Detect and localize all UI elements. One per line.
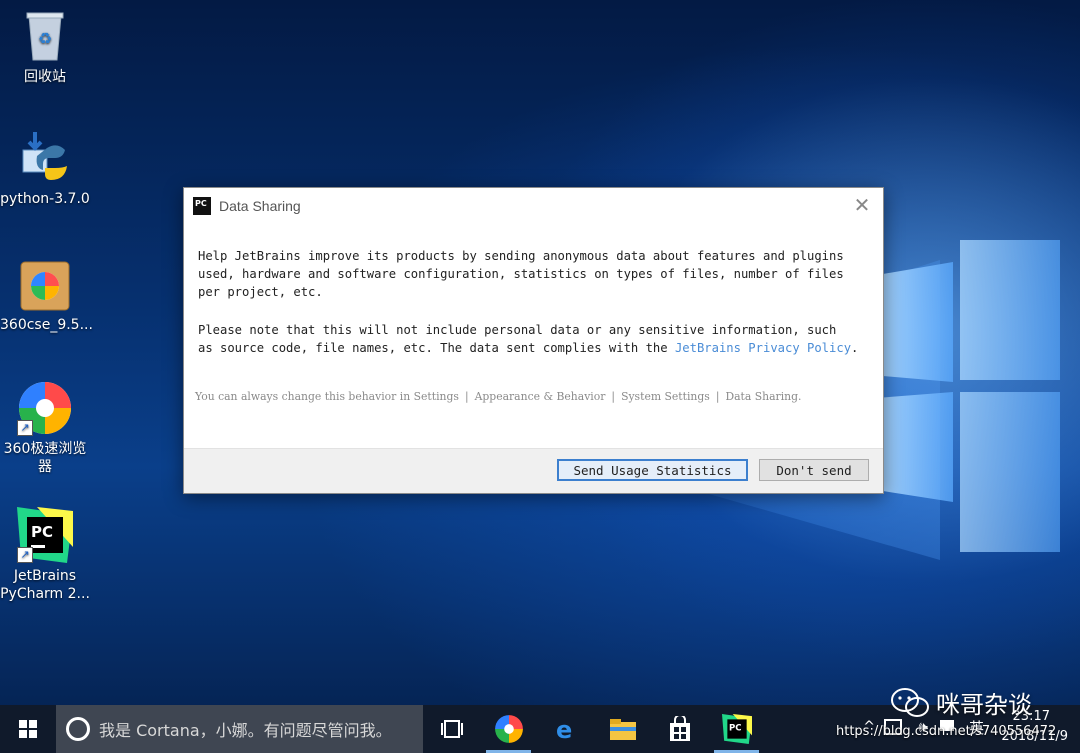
file-explorer-icon (609, 719, 636, 740)
note-part: You can always change this behavior in S… (195, 390, 459, 403)
shortcut-arrow-icon: ↗ (17, 547, 33, 563)
taskbar-file-explorer[interactable] (594, 705, 651, 753)
dialog-title: Data Sharing (219, 198, 301, 214)
pycharm-icon: PC (721, 714, 752, 744)
privacy-policy-link[interactable]: JetBrains Privacy Policy (675, 341, 851, 355)
desktop-icon-360cse[interactable]: 360cse_9.5... (0, 256, 93, 334)
wallpaper-pane-bottom-left (883, 392, 953, 502)
search-placeholder: 我是 Cortana，小娜。有问题尽管问我。 (99, 721, 392, 740)
paragraph-2-end: . (851, 341, 859, 355)
dont-send-button[interactable]: Don't send (759, 459, 869, 481)
wallpaper-pane-top-left (883, 262, 953, 382)
svg-text:PC: PC (728, 724, 741, 734)
desktop-icon-pycharm[interactable]: PC ↗ JetBrains PyCharm 2... (0, 507, 90, 603)
watermark-url: https://blog.csdn.net/s740556472 (836, 724, 1057, 739)
desktop-icon-label: python-3.7.0 (0, 191, 90, 207)
note-part: System Settings (621, 390, 710, 403)
taskbar-store[interactable] (651, 705, 708, 753)
task-view-button[interactable] (423, 705, 480, 753)
separator: | (464, 390, 469, 403)
taskbar-pycharm[interactable]: PC (708, 705, 765, 753)
svg-text:PC: PC (31, 523, 53, 541)
windows-logo-icon (19, 720, 37, 738)
dialog-footer: Send Usage Statistics Don't send (184, 448, 883, 493)
cortana-search-box[interactable]: 我是 Cortana，小娜。有问题尽管问我。 (56, 705, 423, 753)
note-part: Data Sharing. (725, 390, 802, 403)
dialog-paragraph-2: Please note that this will not include p… (198, 321, 868, 357)
desktop-icon-python[interactable]: ↗ python-3.7.0 (0, 130, 90, 208)
svg-text:e: e (556, 716, 572, 742)
dialog-paragraph-1: Help JetBrains improve its products by s… (198, 249, 844, 299)
installer-box-icon (17, 256, 73, 312)
watermark-brand: 咪哥杂谈 (890, 685, 1032, 720)
pycharm-icon: PC (191, 195, 213, 217)
wallpaper-pane-top-right (960, 240, 1060, 380)
python-installer-icon: ↗ (17, 130, 73, 186)
edge-icon: e (556, 716, 572, 742)
pycharm-icon: PC ↗ (17, 507, 73, 563)
desktop-icon-360-browser[interactable]: ↗ 360极速浏览器 (0, 380, 90, 476)
desktop-icon-recycle-bin[interactable]: ♻ 回收站 (0, 8, 90, 86)
desktop-icon-label: 360cse_9.5... (0, 317, 93, 333)
watermark-brand-text: 咪哥杂谈 (936, 691, 1032, 719)
separator: | (611, 390, 616, 403)
desktop-icon-label: JetBrains PyCharm 2... (0, 568, 90, 602)
task-view-icon (440, 720, 463, 738)
desktop-icon-label: 回收站 (24, 69, 66, 85)
desktop-icon-label: 360极速浏览器 (3, 441, 87, 475)
store-icon (669, 716, 690, 741)
separator: | (715, 390, 720, 403)
wechat-icon (891, 687, 929, 717)
start-button[interactable] (0, 705, 56, 753)
360-browser-icon (494, 715, 523, 743)
dialog-titlebar[interactable]: PC Data Sharing ✕ (184, 188, 883, 224)
cortana-icon (66, 717, 90, 741)
wallpaper-pane-bottom-right (960, 392, 1060, 552)
send-usage-statistics-button[interactable]: Send Usage Statistics (557, 459, 748, 481)
360-browser-icon: ↗ (17, 380, 73, 436)
data-sharing-dialog: PC Data Sharing ✕ Help JetBrains improve… (183, 187, 884, 494)
taskbar-edge[interactable]: e (537, 705, 594, 753)
svg-text:♻: ♻ (38, 29, 52, 48)
recycle-bin-icon: ♻ (17, 8, 73, 64)
settings-path-note: You can always change this behavior in S… (195, 390, 801, 403)
note-part: Appearance & Behavior (474, 390, 606, 403)
shortcut-arrow-icon: ↗ (17, 420, 33, 436)
close-icon[interactable]: ✕ (851, 194, 873, 216)
taskbar-360-browser[interactable] (480, 705, 537, 753)
